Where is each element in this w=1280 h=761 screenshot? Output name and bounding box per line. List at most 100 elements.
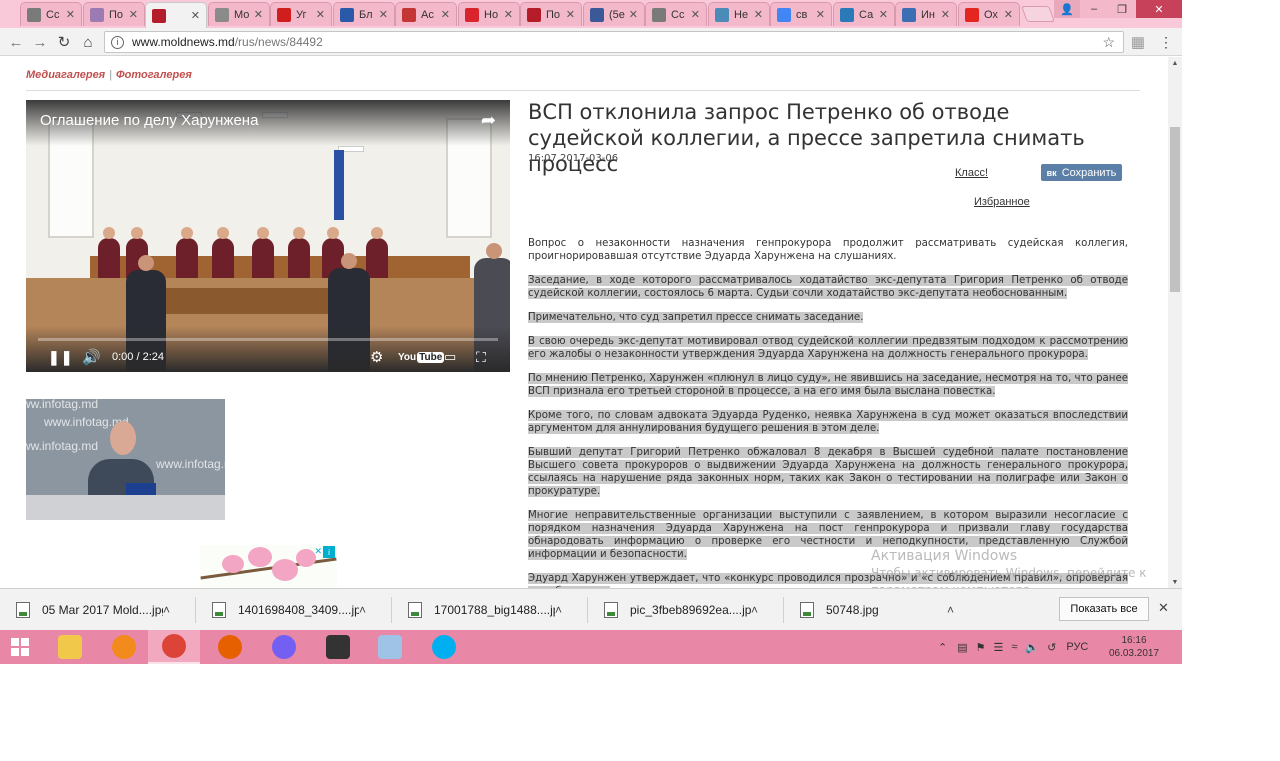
flag-icon[interactable]: ⚑ bbox=[976, 641, 986, 654]
video-title[interactable]: Оглашение по делу Харунжена bbox=[40, 112, 258, 129]
tab-close-icon[interactable]: ✕ bbox=[66, 8, 75, 21]
close-downloads-icon[interactable]: ✕ bbox=[1158, 600, 1169, 616]
share-icon[interactable]: ➦ bbox=[481, 110, 496, 131]
minimize-button[interactable]: – bbox=[1080, 0, 1108, 18]
browser-tab[interactable]: Са ✕ bbox=[833, 2, 895, 26]
browser-tab[interactable]: (5е ✕ bbox=[583, 2, 645, 26]
video-player[interactable]: Оглашение по делу Харунжена ➦ ❚❚ 🔊 0:00 … bbox=[26, 100, 510, 372]
close-window-button[interactable]: ✕ bbox=[1136, 0, 1182, 18]
chevron-up-icon[interactable]: ˄ bbox=[751, 603, 758, 617]
cast-icon[interactable]: ▭ bbox=[444, 346, 456, 368]
gallery-thumbnail[interactable]: ww.infotag.md www.infotag.md ww.infotag.… bbox=[26, 399, 225, 520]
tab-close-icon[interactable]: ✕ bbox=[441, 8, 450, 21]
fullscreen-icon[interactable]: ⛶ bbox=[476, 346, 486, 368]
taskbar-app-button[interactable] bbox=[312, 630, 364, 664]
taskbar-app-button[interactable] bbox=[258, 630, 310, 664]
show-hidden-icons-icon[interactable]: ⌃ bbox=[938, 641, 947, 654]
tab-close-icon[interactable]: ✕ bbox=[316, 8, 325, 21]
download-item[interactable]: 50748.jpg ˄ bbox=[784, 597, 966, 623]
browser-tab[interactable]: св ✕ bbox=[770, 2, 832, 26]
browser-tab[interactable]: Но ✕ bbox=[458, 2, 520, 26]
taskbar-app-button[interactable] bbox=[98, 630, 150, 664]
chevron-up-icon[interactable]: ˄ bbox=[359, 603, 366, 617]
favorites-link[interactable]: Избранное bbox=[974, 196, 1030, 208]
browser-tab[interactable]: Бл ✕ bbox=[333, 2, 395, 26]
browser-tab[interactable]: Мо ✕ bbox=[208, 2, 270, 26]
back-arrow-icon[interactable]: ← bbox=[6, 32, 26, 52]
video-progress-bar[interactable] bbox=[38, 338, 498, 341]
browser-tab[interactable]: ✕ bbox=[145, 2, 207, 28]
home-icon[interactable]: ⌂ bbox=[78, 32, 98, 52]
advertisement-banner[interactable]: ✕ i bbox=[200, 545, 337, 588]
tab-close-icon[interactable]: ✕ bbox=[254, 8, 263, 21]
browser-tab[interactable]: Ас ✕ bbox=[395, 2, 457, 26]
scrollbar-thumb[interactable] bbox=[1170, 127, 1180, 292]
media-gallery-link[interactable]: Медиагалерея bbox=[26, 69, 105, 81]
ad-close-icon[interactable]: ✕ bbox=[314, 546, 322, 557]
scroll-down-icon[interactable]: ▼ bbox=[1168, 576, 1182, 588]
taskbar-app-button[interactable] bbox=[418, 630, 470, 664]
taskbar-app-button[interactable] bbox=[364, 630, 416, 664]
tab-close-icon[interactable]: ✕ bbox=[941, 8, 950, 21]
pause-icon[interactable]: ❚❚ bbox=[48, 346, 73, 368]
user-profile-icon[interactable]: 👤 bbox=[1054, 0, 1080, 18]
youtube-logo[interactable]: You Tube bbox=[398, 346, 445, 368]
browser-tab[interactable]: По ✕ bbox=[520, 2, 582, 26]
wifi-icon[interactable]: ≈ bbox=[1011, 641, 1017, 653]
taskbar-app-button[interactable] bbox=[204, 630, 256, 664]
browser-tab[interactable]: Сс ✕ bbox=[20, 2, 82, 26]
reload-icon[interactable]: ↻ bbox=[54, 32, 74, 52]
chrome-menu-icon[interactable]: ⋮ bbox=[1156, 32, 1176, 52]
site-info-icon[interactable]: i bbox=[111, 35, 124, 49]
ok-class-button[interactable]: Класс! bbox=[955, 167, 988, 179]
chevron-up-icon[interactable]: ˄ bbox=[555, 603, 562, 617]
browser-tab[interactable]: Сс ✕ bbox=[645, 2, 707, 26]
sync-icon[interactable]: ↺ bbox=[1047, 641, 1056, 654]
browser-tab[interactable]: Не ✕ bbox=[708, 2, 770, 26]
network-icon[interactable]: ☰ bbox=[994, 641, 1004, 654]
browser-tab[interactable]: Ин ✕ bbox=[895, 2, 957, 26]
chevron-up-icon[interactable]: ˄ bbox=[947, 603, 954, 617]
tab-close-icon[interactable]: ✕ bbox=[191, 9, 200, 22]
address-bar[interactable]: i www.moldnews.md/rus/news/84492 ☆ bbox=[104, 31, 1124, 53]
forward-arrow-icon[interactable]: → bbox=[30, 32, 50, 52]
tab-close-icon[interactable]: ✕ bbox=[566, 8, 575, 21]
page-scrollbar[interactable]: ▲ ▼ bbox=[1168, 57, 1182, 588]
browser-tab[interactable]: По ✕ bbox=[83, 2, 145, 26]
tab-close-icon[interactable]: ✕ bbox=[691, 8, 700, 21]
volume-icon[interactable]: 🔊 bbox=[82, 346, 101, 368]
download-item[interactable]: pic_3fbeb89692ea....jpg ˄ bbox=[588, 597, 770, 623]
browser-tab[interactable]: Ох ✕ bbox=[958, 2, 1020, 26]
ad-choices-icon[interactable]: i bbox=[323, 546, 335, 558]
chevron-up-icon[interactable]: ˄ bbox=[163, 603, 170, 617]
tab-close-icon[interactable]: ✕ bbox=[754, 8, 763, 21]
tab-close-icon[interactable]: ✕ bbox=[129, 8, 138, 21]
download-item[interactable]: 17001788_big1488....jpg ˄ bbox=[392, 597, 574, 623]
language-indicator[interactable]: РУС bbox=[1066, 641, 1088, 653]
bookmark-star-icon[interactable]: ☆ bbox=[1102, 34, 1115, 51]
download-item[interactable]: 05 Mar 2017 Mold....jpg ˄ bbox=[0, 597, 182, 623]
maximize-button[interactable]: ❐ bbox=[1108, 0, 1136, 18]
show-all-downloads-button[interactable]: Показать все bbox=[1059, 597, 1149, 621]
taskbar-app-button[interactable] bbox=[148, 630, 200, 664]
taskbar-clock[interactable]: 16:16 06.03.2017 bbox=[1106, 634, 1162, 660]
scroll-up-icon[interactable]: ▲ bbox=[1168, 57, 1182, 69]
article-paragraph: В свою очередь экс-депутат мотивировал о… bbox=[528, 335, 1128, 361]
start-button[interactable] bbox=[0, 630, 40, 664]
tab-close-icon[interactable]: ✕ bbox=[504, 8, 513, 21]
settings-gear-icon[interactable]: ⚙ bbox=[370, 346, 383, 368]
tab-close-icon[interactable]: ✕ bbox=[379, 8, 388, 21]
tab-close-icon[interactable]: ✕ bbox=[1004, 8, 1013, 21]
speaker-icon[interactable]: 🔈 bbox=[1025, 641, 1039, 654]
photo-gallery-link[interactable]: Фотогалерея bbox=[116, 69, 192, 81]
tab-close-icon[interactable]: ✕ bbox=[629, 8, 638, 21]
tab-close-icon[interactable]: ✕ bbox=[879, 8, 888, 21]
taskbar-app-button[interactable] bbox=[44, 630, 96, 664]
device-icon[interactable]: ▤ bbox=[957, 641, 967, 654]
vk-save-button[interactable]: вк Сохранить bbox=[1041, 164, 1122, 181]
browser-tab[interactable]: Уг ✕ bbox=[270, 2, 332, 26]
tab-close-icon[interactable]: ✕ bbox=[816, 8, 825, 21]
new-tab-button[interactable] bbox=[1021, 6, 1055, 22]
download-item[interactable]: 1401698408_3409....jpg ˄ bbox=[196, 597, 378, 623]
extension-icon[interactable]: ▦ bbox=[1128, 32, 1148, 52]
